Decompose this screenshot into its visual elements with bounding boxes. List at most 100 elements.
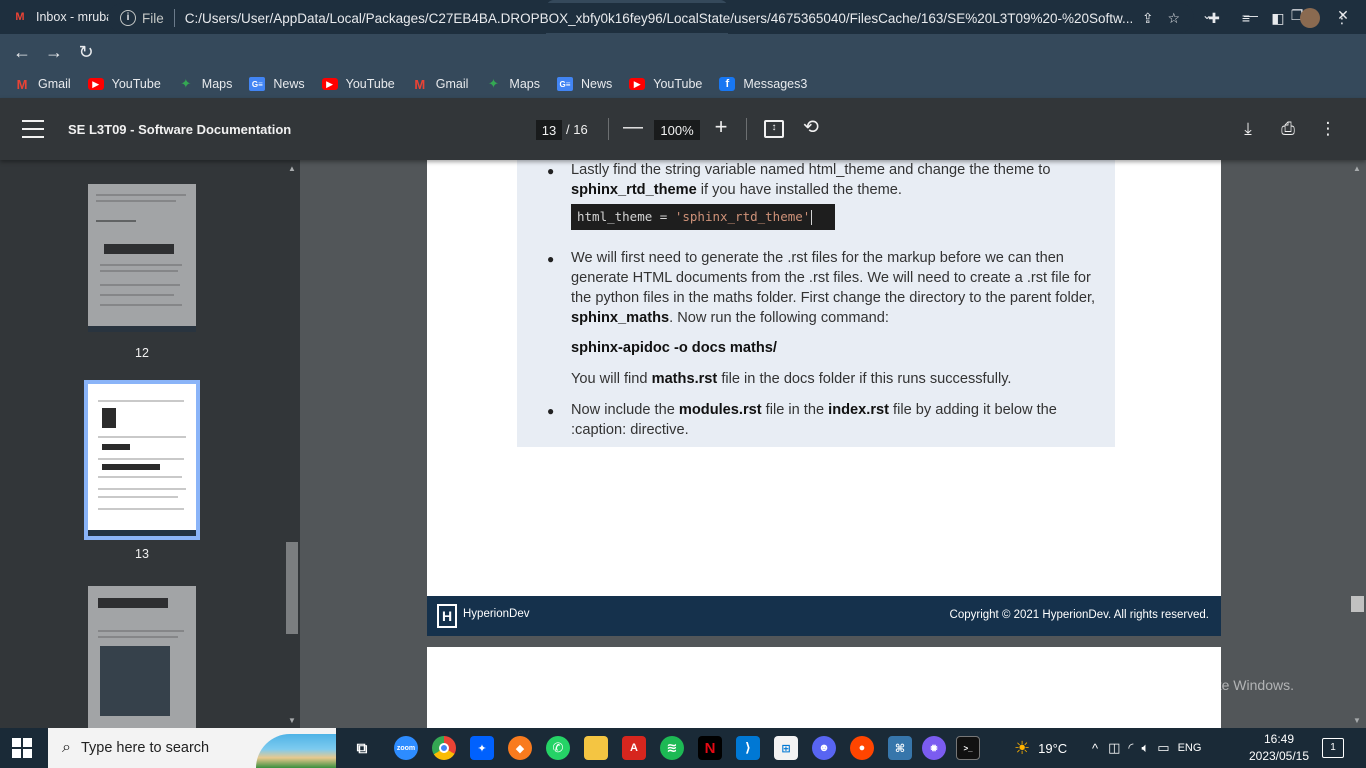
profile-avatar[interactable] <box>1300 8 1320 28</box>
address-bar[interactable]: i File C:/Users/User/AppData/Local/Packa… <box>108 3 1194 33</box>
hyperiondev-logo-icon: H <box>437 604 457 628</box>
back-arrow-icon[interactable]: ← <box>6 36 38 68</box>
wifi-icon[interactable]: ◜ <box>1128 740 1133 756</box>
paragraph-maths-rst: You will find maths.rst file in the docs… <box>571 371 1012 387</box>
bookmark-label: YouTube <box>345 77 395 91</box>
document-title: SE L3T09 - Software Documentation <box>68 122 292 137</box>
settings-gear-icon[interactable]: ✹ <box>922 736 946 760</box>
pdf-viewer: ● Lastly find the string variable named … <box>300 160 1348 728</box>
sidebar-scrollbar[interactable] <box>284 160 300 728</box>
toolbar-right: ✚ ≡ ◧ ⋮ <box>1198 3 1358 33</box>
microsoft-store-icon[interactable]: ⊞ <box>774 736 798 760</box>
scroll-down-arrow-icon[interactable]: ▼ <box>1352 716 1362 725</box>
discord-icon[interactable]: ☻ <box>812 736 836 760</box>
brave-icon[interactable]: ◆ <box>508 736 532 760</box>
terminal-icon[interactable]: >_ <box>956 736 980 760</box>
bookmark-item[interactable]: M Gmail <box>412 76 469 92</box>
battery-icon[interactable]: ▭ <box>1157 740 1169 756</box>
youtube-icon: ▶ <box>629 78 646 90</box>
rotate-icon[interactable]: ⟲ <box>800 116 822 139</box>
side-panel-icon[interactable]: ◧ <box>1262 3 1294 33</box>
paragraph-modules-rst: Now include the modules.rst file in the … <box>571 402 1057 438</box>
bookmark-label: Gmail <box>435 77 469 91</box>
scroll-down-arrow-icon[interactable]: ▼ <box>287 716 297 725</box>
vscode-icon[interactable]: ⟩ <box>736 736 760 760</box>
gmail-icon: M <box>414 76 426 92</box>
thumbnail-sidebar: 12 13 ▲ ▼ <box>0 160 300 728</box>
bookmark-item[interactable]: ▶ YouTube <box>321 77 395 91</box>
bookmark-label: Gmail <box>38 77 71 91</box>
command-text: sphinx-apidoc -o docs maths/ <box>571 340 777 356</box>
bookmark-item[interactable]: ▶ YouTube <box>629 77 702 91</box>
bookmark-item[interactable]: ✦ Maps <box>485 76 540 91</box>
viewer-scrollbar[interactable] <box>1348 160 1366 728</box>
volume-icon[interactable]: 🔈︎ <box>1141 740 1149 756</box>
gmail-icon: M <box>15 11 25 23</box>
print-icon[interactable]: ⎙ <box>1268 114 1308 144</box>
netflix-icon[interactable]: N <box>698 736 722 760</box>
thumbnail-page-12[interactable] <box>88 184 196 332</box>
chrome-icon[interactable] <box>432 736 456 760</box>
dropbox-icon[interactable]: ✦ <box>470 736 494 760</box>
zoom-out-icon[interactable]: — <box>620 116 646 139</box>
reading-list-icon[interactable]: ≡ <box>1230 3 1262 33</box>
sidebar-scroll-thumb[interactable] <box>286 542 298 634</box>
extensions-icon[interactable]: ✚ <box>1198 3 1230 33</box>
page-number-input[interactable]: 13 <box>536 120 562 140</box>
more-options-icon[interactable]: ⋮ <box>1308 114 1348 144</box>
taskbar: ⌕ Type here to search ⧉ zoom ✦ ◆ ✆ A ≋ N… <box>0 728 1366 768</box>
forward-arrow-icon[interactable]: → <box>38 36 70 68</box>
bookmark-item[interactable]: G≡ News <box>556 77 613 91</box>
news-icon: G≡ <box>556 77 573 91</box>
tray-chevron-up-icon[interactable]: ^ <box>1092 741 1098 756</box>
bookmark-label: News <box>580 77 613 91</box>
windows-start-icon[interactable] <box>12 738 32 758</box>
news-icon: G≡ <box>249 77 266 91</box>
fit-to-page-icon[interactable]: ↕ <box>764 120 784 138</box>
language-indicator[interactable]: ENG <box>1178 742 1202 754</box>
bookmark-item[interactable]: ✦ Maps <box>178 76 232 91</box>
bookmark-label: YouTube <box>111 77 161 91</box>
hamburger-menu-icon[interactable] <box>22 120 44 138</box>
task-view-icon[interactable]: ⧉ <box>350 736 374 760</box>
bookmark-item[interactable]: ▶ YouTube <box>87 77 161 91</box>
url-text[interactable]: C:/Users/User/AppData/Local/Packages/C27… <box>185 11 1135 26</box>
meet-now-icon[interactable]: ◫ <box>1108 740 1120 756</box>
spotify-icon[interactable]: ≋ <box>660 736 684 760</box>
scroll-up-arrow-icon[interactable]: ▲ <box>1352 164 1362 173</box>
reload-icon[interactable]: ↻ <box>70 36 102 68</box>
bookmarks-bar: M Gmail ▶ YouTube ✦ Maps G≡ News ▶ YouTube M Gmail ✦… <box>0 70 1366 98</box>
footer-copyright: Copyright © 2021 HyperionDev. All rights… <box>949 609 1209 621</box>
acrobat-icon[interactable]: A <box>622 736 646 760</box>
whatsapp-icon[interactable]: ✆ <box>546 736 570 760</box>
pdf-toolbar: SE L3T09 - Software Documentation 13 / 1… <box>0 98 1366 160</box>
gmail-icon: M <box>16 76 28 92</box>
download-icon[interactable]: ⤓ <box>1228 114 1268 144</box>
search-icon: ⌕ <box>62 739 71 756</box>
bookmark-item[interactable]: G≡ News <box>249 77 305 91</box>
bullet: ● <box>547 164 555 178</box>
thumbnail-page-14[interactable] <box>88 586 196 728</box>
thumbnail-page-13[interactable] <box>84 380 200 540</box>
notification-center-icon[interactable]: 1 <box>1322 738 1344 758</box>
reddit-icon[interactable]: ● <box>850 736 874 760</box>
file-explorer-icon[interactable] <box>584 736 608 760</box>
zoom-in-icon[interactable]: + <box>708 114 734 140</box>
share-icon[interactable]: ⇪ <box>1135 10 1161 27</box>
zoom-app-icon[interactable]: zoom <box>394 736 418 760</box>
viewer-scroll-thumb[interactable] <box>1351 596 1364 612</box>
weather-widget[interactable]: ☀ 19°C <box>1014 728 1067 768</box>
scroll-up-arrow-icon[interactable]: ▲ <box>287 164 297 173</box>
taskbar-clock[interactable]: 16:49 2023/05/15 <box>1240 731 1318 765</box>
bookmark-item[interactable]: f Messages3 <box>719 77 807 91</box>
chrome-menu-icon[interactable]: ⋮ <box>1326 3 1358 33</box>
youtube-icon: ▶ <box>87 78 104 90</box>
python-icon[interactable]: ⌘ <box>888 736 912 760</box>
activate-windows-title: Activate Windows <box>1073 652 1216 672</box>
bookmark-item[interactable]: M Gmail <box>14 76 71 92</box>
info-icon[interactable]: i <box>120 10 136 26</box>
youtube-icon: ▶ <box>321 78 338 90</box>
taskbar-search[interactable]: ⌕ Type here to search <box>48 728 336 768</box>
zoom-level-input[interactable]: 100% <box>654 120 700 140</box>
bookmark-star-icon[interactable]: ☆ <box>1161 10 1187 27</box>
